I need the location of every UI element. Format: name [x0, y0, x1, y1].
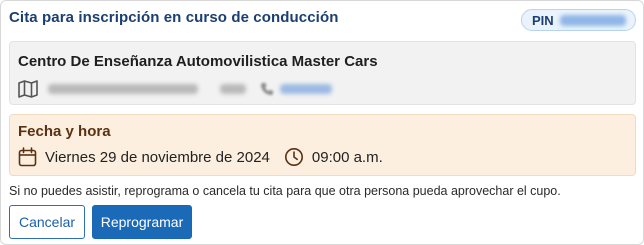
phone-icon: [260, 82, 274, 96]
appointment-card: Cita para inscripción en curso de conduc…: [0, 0, 644, 245]
clock-icon: [284, 147, 304, 167]
date-time-heading: Fecha y hora: [18, 123, 111, 140]
address-row: [18, 79, 332, 99]
pin-label: PIN: [532, 12, 554, 28]
date-time-row: Viernes 29 de noviembre de 2024 09:00 a.…: [18, 146, 383, 168]
phone-number-redacted[interactable]: [280, 84, 332, 94]
appointment-time: 09:00 a.m.: [311, 148, 383, 166]
address-redacted: [48, 84, 198, 94]
appointment-date: Viernes 29 de noviembre de 2024: [45, 148, 270, 166]
date-time-section: Fecha y hora Viernes 29 de noviembre de …: [9, 114, 636, 176]
pin-value-redacted: [559, 14, 626, 26]
driving-school-info: Centro De Enseñanza Automovilistica Mast…: [9, 41, 636, 105]
reschedule-notice: Si no puedes asistir, reprograma o cance…: [9, 184, 561, 198]
card-title: Cita para inscripción en curso de conduc…: [9, 9, 339, 26]
address-extra-redacted: [220, 84, 246, 94]
map-icon: [18, 80, 38, 98]
driving-school-name: Centro De Enseñanza Automovilistica Mast…: [18, 53, 378, 70]
cancel-button[interactable]: Cancelar: [9, 205, 85, 239]
reschedule-button[interactable]: Reprogramar: [92, 205, 192, 239]
pin-badge: PIN: [521, 9, 636, 31]
calendar-icon: [18, 147, 37, 167]
